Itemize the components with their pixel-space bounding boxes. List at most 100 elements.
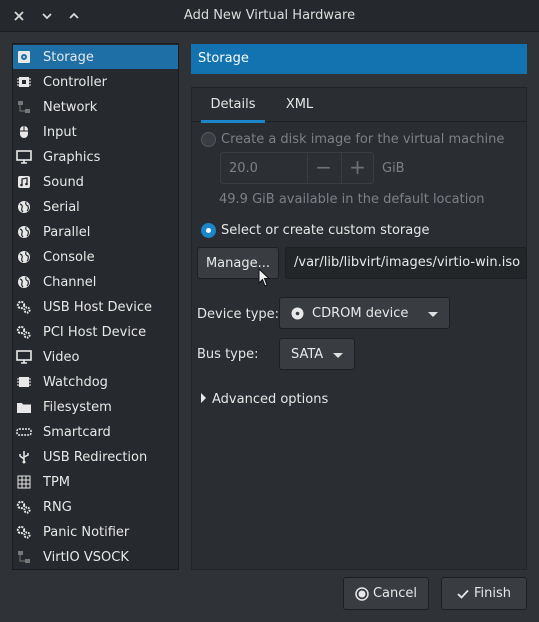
advanced-options-expander[interactable]: Advanced options bbox=[201, 392, 328, 407]
sidebar-item-label: Video bbox=[43, 349, 80, 365]
sidebar-item-panic-notifier[interactable]: Panic Notifier bbox=[13, 520, 178, 544]
device-type-value: CDROM device bbox=[312, 306, 409, 321]
sidebar-item-label: Parallel bbox=[43, 224, 91, 240]
music-icon bbox=[16, 174, 32, 190]
sidebar-item-label: Sound bbox=[43, 174, 84, 190]
bus-type-value: SATA bbox=[291, 347, 324, 362]
sidebar-item-smartcard[interactable]: Smartcard bbox=[13, 420, 178, 444]
sidebar-item-label: USB Host Device bbox=[43, 299, 153, 315]
cancel-button-label: Cancel bbox=[372, 586, 418, 601]
cdrom-icon bbox=[291, 307, 304, 324]
sidebar-item-label: TPM bbox=[43, 474, 70, 490]
sidebar-item-sound[interactable]: Sound bbox=[13, 170, 178, 194]
sidebar-item-filesystem[interactable]: Filesystem bbox=[13, 395, 178, 419]
sidebar-item-label: Storage bbox=[43, 49, 94, 65]
page-title: Storage bbox=[191, 44, 527, 74]
cancel-icon bbox=[355, 586, 369, 601]
sidebar-item-controller[interactable]: Controller bbox=[13, 70, 178, 94]
sidebar-item-label: Network bbox=[43, 99, 98, 115]
tab-xml[interactable]: XML bbox=[277, 88, 322, 122]
sidebar-item-graphics[interactable]: Graphics bbox=[13, 145, 178, 169]
sidebar-item-serial[interactable]: Serial bbox=[13, 195, 178, 219]
sidebar-item-usb-redirection[interactable]: USB Redirection bbox=[13, 445, 178, 469]
sidebar-item-tpm[interactable]: TPM bbox=[13, 470, 178, 494]
finish-button-label: Finish bbox=[473, 586, 511, 601]
globe-icon bbox=[16, 249, 32, 265]
tab-bar: Details XML bbox=[192, 88, 526, 123]
sidebar-item-rng[interactable]: RNG bbox=[13, 495, 178, 519]
tpm-icon bbox=[16, 474, 32, 490]
sidebar-item-video[interactable]: Video bbox=[13, 345, 178, 369]
bus-type-select[interactable]: SATA bbox=[279, 338, 355, 370]
size-unit: GiB bbox=[382, 161, 405, 176]
sidebar-item-usb-host-device[interactable]: USB Host Device bbox=[13, 295, 178, 319]
custom-storage-label: Select or create custom storage bbox=[221, 223, 430, 238]
finish-button[interactable]: Finish bbox=[441, 577, 527, 610]
monitor-icon bbox=[16, 149, 32, 165]
tab-details[interactable]: Details bbox=[201, 88, 265, 123]
sidebar-item-label: RNG bbox=[43, 499, 72, 515]
cancel-button[interactable]: Cancel bbox=[343, 577, 429, 610]
gears-icon bbox=[16, 524, 32, 540]
sidebar-item-channel[interactable]: Channel bbox=[13, 270, 178, 294]
storage-icon bbox=[16, 49, 32, 65]
gears-icon bbox=[16, 299, 32, 315]
disk-size-value: 20.0 bbox=[229, 161, 258, 176]
decrement-icon[interactable]: − bbox=[307, 153, 339, 183]
sidebar-item-label: Graphics bbox=[43, 149, 101, 165]
sidebar-item-label: Serial bbox=[43, 199, 80, 215]
sidebar-item-label: Watchdog bbox=[43, 374, 108, 390]
sidebar-item-label: Channel bbox=[43, 274, 97, 290]
checkmark-icon bbox=[457, 589, 469, 599]
controller-icon bbox=[16, 74, 32, 90]
network-icon bbox=[16, 99, 32, 115]
gears-icon bbox=[16, 499, 32, 515]
create-disk-radio[interactable] bbox=[201, 132, 216, 147]
custom-storage-radio[interactable] bbox=[201, 223, 216, 238]
hardware-list[interactable]: Storage Controller Network Input Graphics Sou… bbox=[12, 43, 179, 570]
sidebar-item-pci-host-device[interactable]: PCI Host Device bbox=[13, 320, 178, 344]
folder-icon bbox=[16, 399, 32, 415]
mouse-icon bbox=[16, 124, 32, 140]
sidebar-item-watchdog[interactable]: Watchdog bbox=[13, 370, 178, 394]
sidebar-item-parallel[interactable]: Parallel bbox=[13, 220, 178, 244]
gears-icon bbox=[16, 324, 32, 340]
sidebar-item-virtio-vsock[interactable]: VirtIO VSOCK bbox=[13, 545, 178, 569]
bus-type-label: Bus type: bbox=[197, 347, 259, 362]
chevron-down-icon bbox=[428, 312, 438, 317]
sidebar-item-storage[interactable]: Storage bbox=[13, 45, 178, 69]
chevron-down-icon bbox=[333, 353, 343, 358]
available-space-text: 49.9 GiB available in the default locati… bbox=[219, 192, 485, 207]
sidebar-item-label: Smartcard bbox=[43, 424, 111, 440]
chevron-right-icon bbox=[201, 393, 206, 403]
smartcard-icon bbox=[16, 424, 32, 440]
sidebar-item-label: Panic Notifier bbox=[43, 524, 130, 540]
create-disk-label: Create a disk image for the virtual mach… bbox=[221, 132, 505, 147]
sidebar-item-console[interactable]: Console bbox=[13, 245, 178, 269]
sidebar-item-label: VirtIO VSOCK bbox=[43, 549, 129, 565]
globe-icon bbox=[16, 224, 32, 240]
globe-icon bbox=[16, 199, 32, 215]
sidebar-item-label: Input bbox=[43, 124, 77, 140]
sidebar-item-label: PCI Host Device bbox=[43, 324, 147, 340]
window-title: Add New Virtual Hardware bbox=[183, 8, 356, 23]
globe-icon bbox=[16, 274, 32, 290]
sidebar-item-label: USB Redirection bbox=[43, 449, 148, 465]
sidebar-item-label: Controller bbox=[43, 74, 107, 90]
increment-icon[interactable]: + bbox=[341, 153, 373, 183]
usb-icon bbox=[16, 449, 32, 465]
advanced-options-label: Advanced options bbox=[212, 392, 329, 407]
sidebar-item-label: Filesystem bbox=[43, 399, 112, 415]
chip-icon bbox=[16, 374, 32, 390]
device-type-label: Device type: bbox=[197, 307, 280, 322]
mouse-cursor-icon bbox=[258, 268, 270, 287]
sidebar-item-label: Console bbox=[43, 249, 95, 265]
sidebar-item-network[interactable]: Network bbox=[13, 95, 178, 119]
monitor-icon bbox=[16, 349, 32, 365]
title-bar: Add New Virtual Hardware bbox=[0, 0, 539, 32]
network-icon bbox=[16, 549, 32, 565]
disk-size-spinner[interactable]: 20.0 − + bbox=[220, 152, 374, 184]
storage-path-input[interactable]: /var/lib/libvirt/images/virtio-win.iso bbox=[285, 247, 527, 279]
device-type-select[interactable]: CDROM device bbox=[279, 297, 450, 329]
sidebar-item-input[interactable]: Input bbox=[13, 120, 178, 144]
